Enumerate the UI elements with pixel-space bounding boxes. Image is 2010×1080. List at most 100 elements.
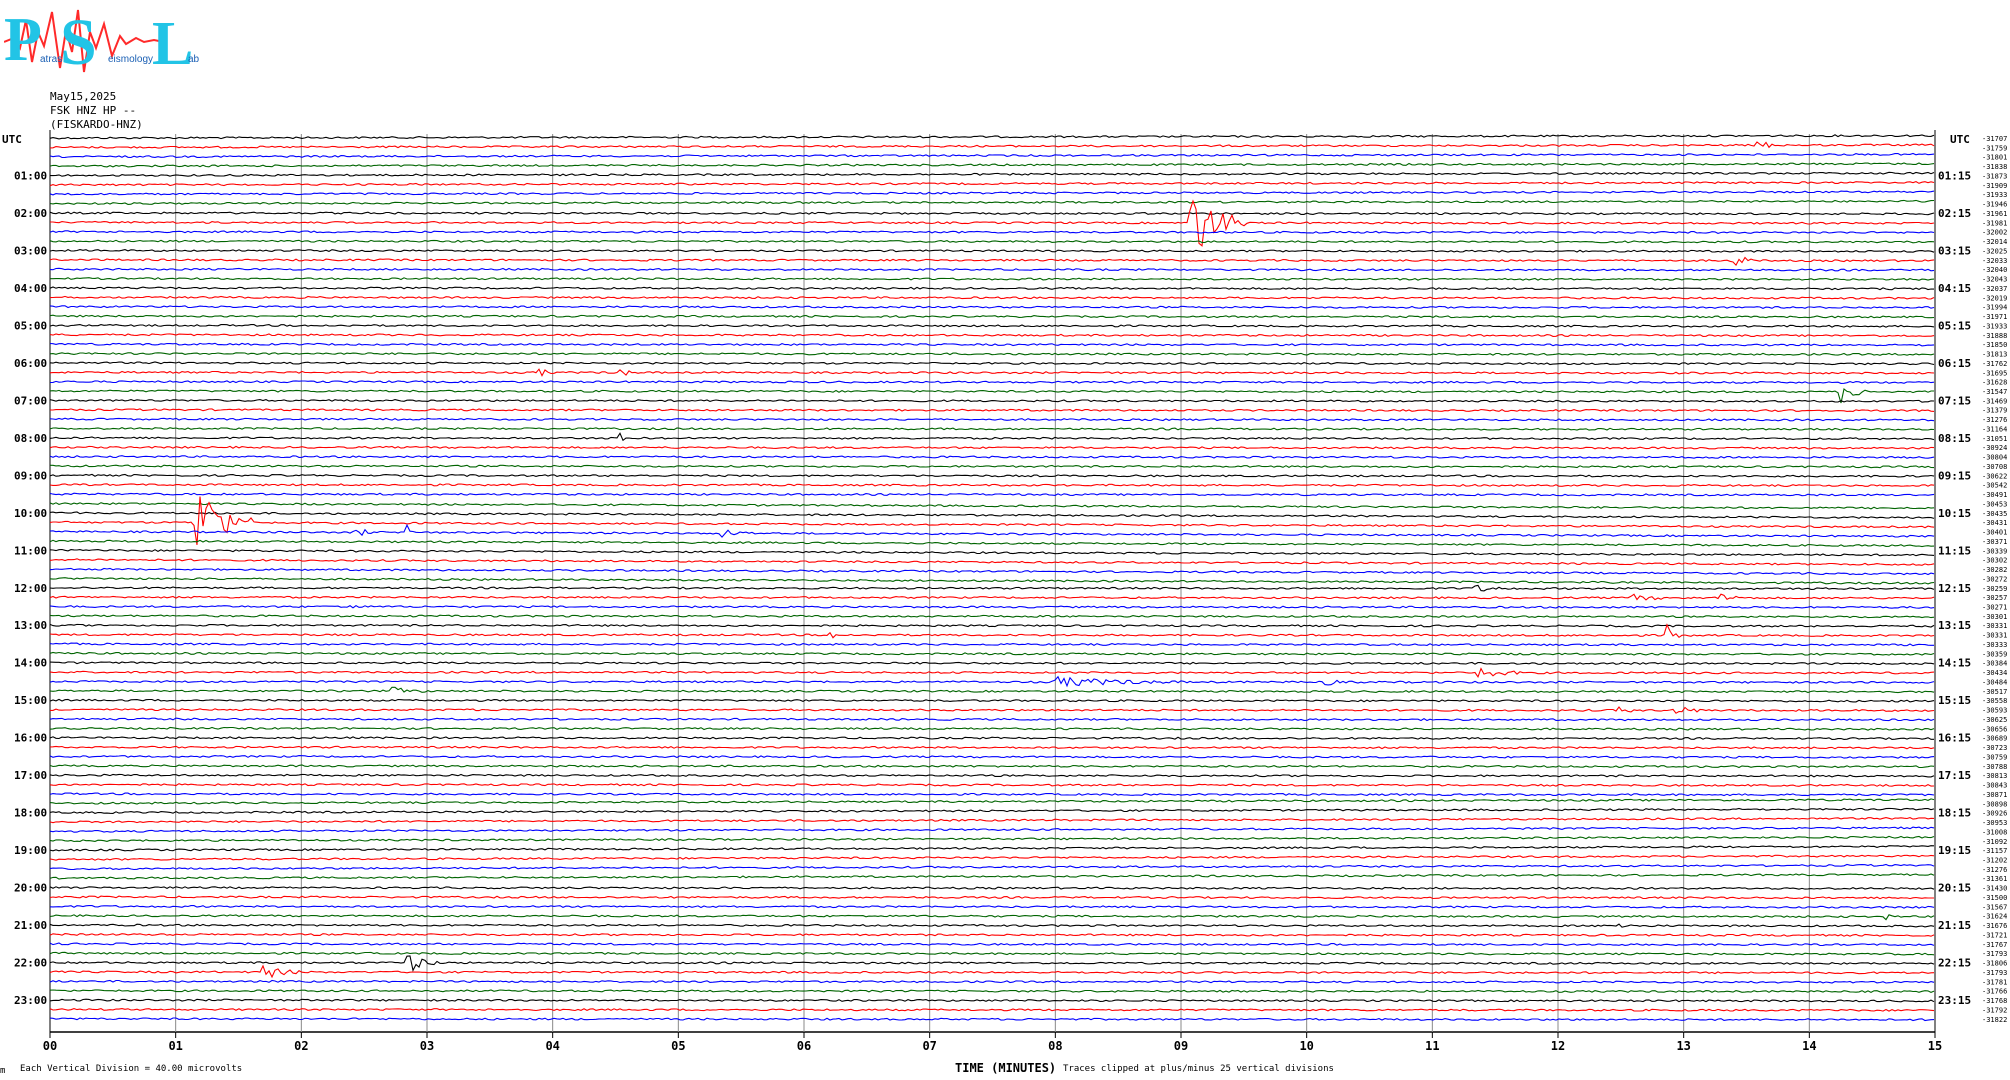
trace-offset-label: -31202 xyxy=(1982,856,2007,864)
left-hour-label: 20:00 xyxy=(14,882,47,895)
left-hour-label: 07:00 xyxy=(14,394,47,407)
right-hour-label: 08:15 xyxy=(1938,432,1971,445)
trace-offset-label: -31792 xyxy=(1982,1006,2007,1014)
trace-offset-label: -30435 xyxy=(1982,510,2007,518)
left-hour-label: 13:00 xyxy=(14,619,47,632)
seismic-trace xyxy=(49,492,1935,497)
seismic-trace xyxy=(49,736,1934,741)
right-hour-label: 18:15 xyxy=(1938,807,1971,820)
right-hour-label: 06:15 xyxy=(1938,357,1971,370)
left-hour-label: 23:00 xyxy=(14,994,47,1007)
left-utc-header: UTC xyxy=(2,133,22,146)
trace-offset-label: -31994 xyxy=(1982,304,2007,312)
seismic-trace xyxy=(49,964,1935,979)
seismic-trace xyxy=(49,558,1935,566)
trace-offset-label: -31164 xyxy=(1982,425,2007,433)
helicorder-plot: 00 01 02 03 04 05 06 07 08 09 10 11 12 13 14 15 UTC UTC 01… xyxy=(2,130,2007,1053)
right-hour-label: 12:15 xyxy=(1938,582,1971,595)
trace-offset-label: -30453 xyxy=(1982,500,2007,508)
trace-offset-label: -31695 xyxy=(1982,369,2007,377)
trace-offset-label: -30804 xyxy=(1982,454,2007,462)
trace-offset-label: -31762 xyxy=(1982,360,2007,368)
seismic-trace xyxy=(49,998,1935,1003)
seismic-trace xyxy=(49,955,1935,973)
right-hour-label: 21:15 xyxy=(1938,919,1971,932)
trace-offset-label: -31092 xyxy=(1982,838,2007,846)
trace-offset-label: -31759 xyxy=(1982,144,2007,152)
trace-offset-label: -30271 xyxy=(1982,604,2007,612)
seismic-trace xyxy=(49,989,1935,994)
footer-left-mark: m xyxy=(0,1066,6,1076)
trace-offset-label: -31766 xyxy=(1982,988,2007,996)
seismic-trace xyxy=(49,979,1935,984)
seismic-trace xyxy=(49,295,1935,300)
seismic-trace xyxy=(49,342,1935,347)
x-tick-label: 14 xyxy=(1802,1039,1816,1053)
seismic-trace xyxy=(49,764,1935,769)
trace-offset-label: -30843 xyxy=(1982,782,2007,790)
seismic-trace xyxy=(49,798,1935,805)
trace-offset-label: -31909 xyxy=(1982,182,2007,190)
seismic-trace xyxy=(49,1017,1935,1022)
trace-offset-label: -31276 xyxy=(1982,866,2007,874)
trace-offset-label: -30517 xyxy=(1982,688,2007,696)
trace-offset-label: -30898 xyxy=(1982,800,2007,808)
trace-offset-label: -31961 xyxy=(1982,210,2007,218)
seismic-trace xyxy=(49,361,1935,366)
trace-offset-label: -30301 xyxy=(1982,613,2007,621)
seismic-trace xyxy=(49,286,1935,291)
seismic-trace xyxy=(49,942,1935,947)
trace-offset-label: -31813 xyxy=(1982,351,2007,359)
seismic-trace xyxy=(50,408,1935,413)
x-tick-label: 03 xyxy=(420,1039,434,1053)
seismic-trace xyxy=(49,745,1935,750)
seismic-trace xyxy=(49,473,1935,478)
seismic-trace xyxy=(49,605,1935,609)
seismic-trace xyxy=(49,511,1935,519)
trace-offset-label: -30331 xyxy=(1982,622,2007,630)
trace-offset-label: -31888 xyxy=(1982,332,2007,340)
right-hour-label: 07:15 xyxy=(1938,394,1971,407)
trace-offset-label: -31850 xyxy=(1982,341,2007,349)
trace-offset-label: -31946 xyxy=(1982,201,2007,209)
trace-offset-label: -31469 xyxy=(1982,397,2007,405)
left-hour-label: 06:00 xyxy=(14,357,47,370)
trace-offset-label: -30282 xyxy=(1982,566,2007,574)
seismic-trace xyxy=(49,593,1935,601)
trace-offset-label: -30625 xyxy=(1982,716,2007,724)
right-hour-label: 14:15 xyxy=(1938,657,1971,670)
seismic-trace xyxy=(49,773,1935,778)
trace-offset-label: -30788 xyxy=(1982,763,2007,771)
seismic-trace xyxy=(49,134,1935,140)
trace-offset-label: -31276 xyxy=(1982,416,2007,424)
trace-offset-label: -30558 xyxy=(1982,697,2007,705)
trace-offset-label: -30339 xyxy=(1982,547,2007,555)
trace-offset-label: -31547 xyxy=(1982,388,2007,396)
x-tick-label: 15 xyxy=(1928,1039,1942,1053)
left-hour-label: 16:00 xyxy=(14,732,47,745)
seismic-trace xyxy=(50,199,1935,247)
seismic-trace xyxy=(49,698,1935,703)
left-hour-label: 21:00 xyxy=(14,919,47,932)
right-hour-label: 10:15 xyxy=(1938,507,1971,520)
seismic-trace xyxy=(49,190,1935,196)
seismic-trace xyxy=(49,523,1935,538)
seismic-trace xyxy=(49,483,1935,488)
left-hour-label: 18:00 xyxy=(14,807,47,820)
footer-vertical-division: Each Vertical Division = 40.00 microvolt… xyxy=(20,1064,243,1074)
seismic-trace xyxy=(49,567,1935,576)
trace-offset-label: -31873 xyxy=(1982,172,2007,180)
trace-offset-label: -30302 xyxy=(1982,557,2007,565)
left-hour-label: 14:00 xyxy=(14,657,47,670)
x-tick-label: 10 xyxy=(1299,1039,1313,1053)
plot-labels: 00 01 02 03 04 05 06 07 08 09 10 11 12 13 14 15 UTC UTC 01… xyxy=(2,133,2007,1053)
right-hour-label: 11:15 xyxy=(1938,544,1971,557)
seismic-trace xyxy=(49,180,1935,187)
x-tick-label: 06 xyxy=(797,1039,811,1053)
right-hour-label: 05:15 xyxy=(1938,319,1971,332)
seismic-trace xyxy=(49,368,1935,377)
seismic-trace xyxy=(49,651,1935,656)
trace-offset-label: -30431 xyxy=(1982,519,2007,527)
x-tick-label: 09 xyxy=(1174,1039,1188,1053)
trace-offset-label: -30331 xyxy=(1982,632,2007,640)
